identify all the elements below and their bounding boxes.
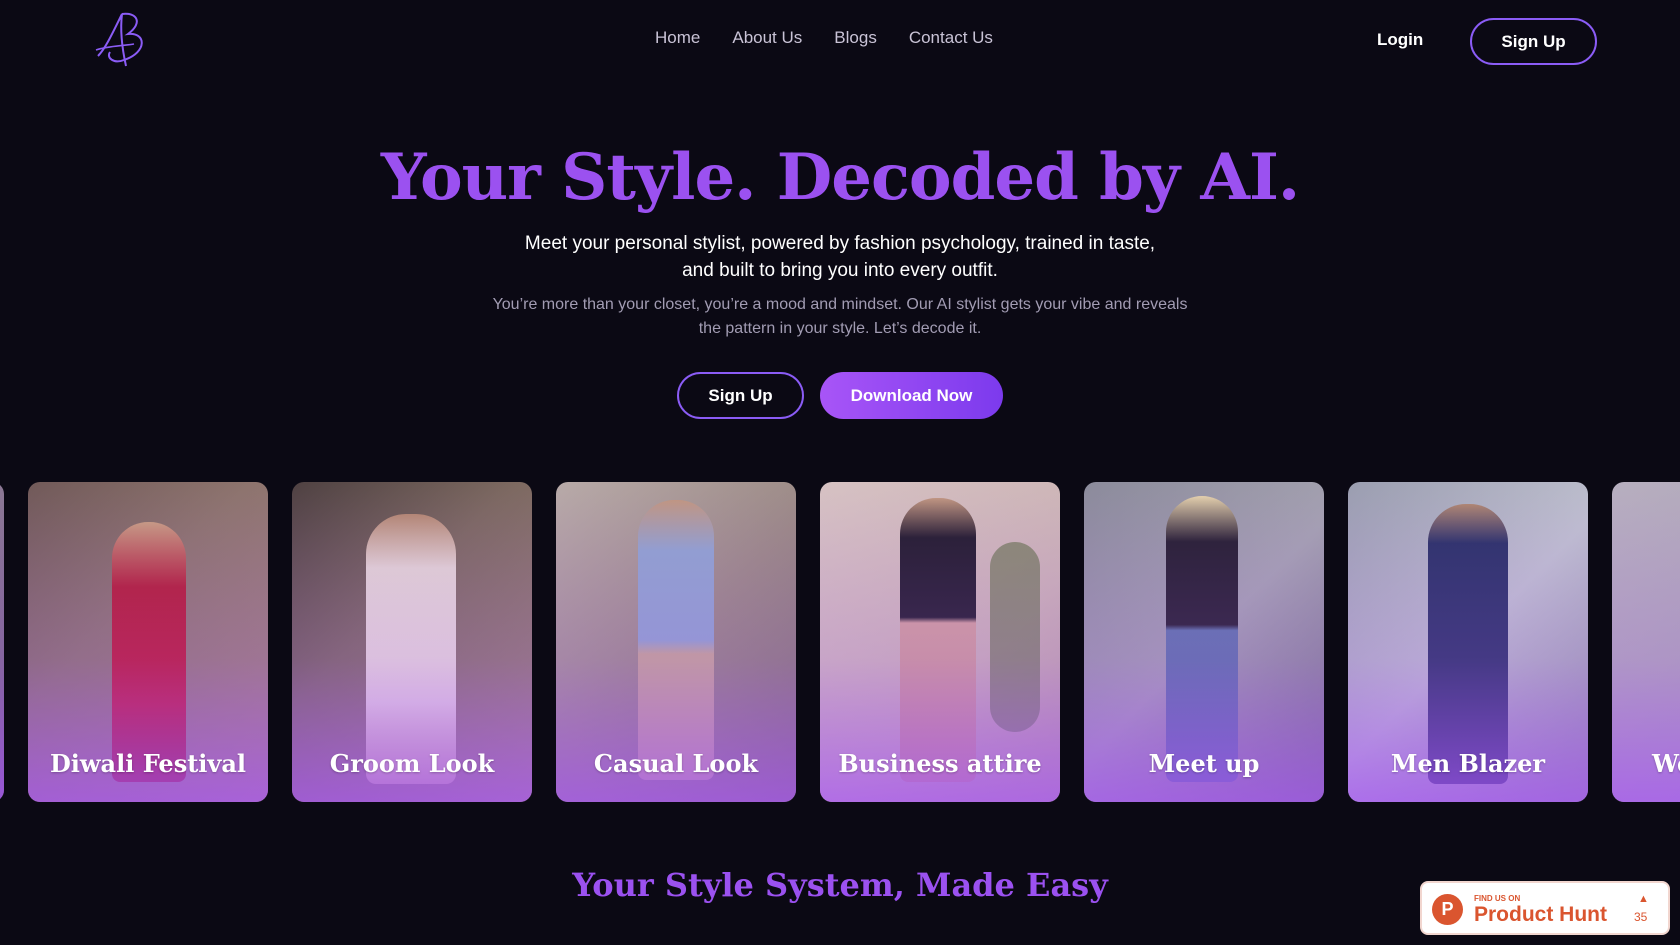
- hero-description-line-1: You’re more than your closet, you’re a m…: [492, 296, 1188, 313]
- look-card-casual-look[interactable]: Casual Look: [556, 482, 796, 802]
- look-card-groom-look[interactable]: Groom Look: [292, 482, 532, 802]
- nav-about-us[interactable]: About Us: [732, 28, 802, 48]
- header-signup-button[interactable]: Sign Up: [1470, 18, 1597, 65]
- looks-carousel[interactable]: Diwali Festival Groom Look Casual Look B…: [0, 482, 1680, 802]
- look-card-partial-right[interactable]: We: [1612, 482, 1680, 802]
- hero-description-line-2: the pattern in your style. Let’s decode …: [698, 320, 982, 337]
- nav-home[interactable]: Home: [655, 28, 700, 48]
- hero-description: You’re more than your closet, you’re a m…: [0, 293, 1680, 341]
- hero-subtitle: Meet your personal stylist, powered by f…: [0, 230, 1680, 284]
- nav-contact-us[interactable]: Contact Us: [909, 28, 993, 48]
- hero-signup-button[interactable]: Sign Up: [677, 372, 804, 419]
- look-card-diwali-festival[interactable]: Diwali Festival: [28, 482, 268, 802]
- product-hunt-upvote-count: 35: [1634, 910, 1648, 924]
- look-label: Business attire: [838, 749, 1042, 778]
- look-card-men-blazer[interactable]: Men Blazer: [1348, 482, 1588, 802]
- product-hunt-name: Product Hunt: [1474, 903, 1607, 926]
- login-link[interactable]: Login: [1377, 30, 1423, 50]
- look-label: Casual Look: [593, 749, 759, 778]
- look-card-partial-left[interactable]: [0, 482, 4, 802]
- hero-subtitle-line-2: and built to bring you into every outfit…: [682, 260, 998, 281]
- download-now-button[interactable]: Download Now: [820, 372, 1003, 419]
- look-label: Meet up: [1148, 749, 1260, 778]
- ab-monogram-icon[interactable]: [92, 8, 148, 70]
- site-header: Home About Us Blogs Contact Us Login Sig…: [0, 0, 1680, 84]
- look-label: Diwali Festival: [49, 749, 247, 778]
- main-nav: Home About Us Blogs Contact Us: [655, 28, 993, 48]
- nav-blogs[interactable]: Blogs: [834, 28, 877, 48]
- look-card-meet-up[interactable]: Meet up: [1084, 482, 1324, 802]
- hero-subtitle-line-1: Meet your personal stylist, powered by f…: [524, 233, 1156, 254]
- hero-actions: Sign Up Download Now: [677, 372, 1003, 419]
- product-hunt-badge[interactable]: P FIND US ON Product Hunt ▲ 35: [1420, 881, 1670, 935]
- look-label: We: [1652, 749, 1680, 778]
- look-label: Groom Look: [329, 749, 495, 778]
- product-hunt-find-us: FIND US ON: [1474, 894, 1521, 903]
- look-card-business-attire[interactable]: Business attire: [820, 482, 1060, 802]
- hero-title: Your Style. Decoded by AI.: [380, 140, 1300, 215]
- product-hunt-icon: P: [1432, 894, 1463, 925]
- upvote-arrow-icon: ▲: [1638, 893, 1649, 905]
- look-label: Men Blazer: [1390, 749, 1546, 778]
